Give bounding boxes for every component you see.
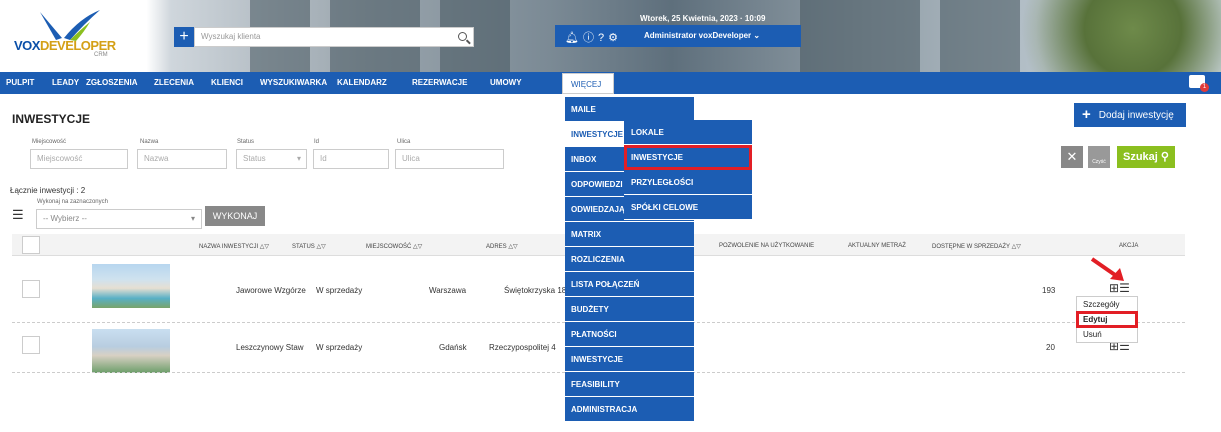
nav-klienci[interactable]: KLIENCI bbox=[211, 72, 243, 94]
col-action: AKCJA bbox=[1119, 243, 1139, 249]
menu-item-rozliczenia[interactable]: ROZLICZENIA bbox=[565, 247, 694, 272]
filter-label-city: Miejscowość bbox=[32, 139, 67, 145]
help-icon[interactable]: ? bbox=[598, 32, 608, 44]
client-search-input[interactable]: Wyszukaj klienta bbox=[194, 27, 474, 47]
notification-badge: 1 bbox=[1200, 83, 1209, 92]
row-name[interactable]: Jaworowe Wzgórze bbox=[236, 286, 306, 295]
col-city[interactable]: MIEJSCOWOŚĆ △▽ bbox=[366, 243, 422, 250]
col-status[interactable]: STATUS △▽ bbox=[292, 243, 326, 250]
menu-item-matrix[interactable]: MATRIX bbox=[565, 222, 694, 247]
investment-thumbnail bbox=[92, 329, 170, 373]
row-status: W sprzedaży bbox=[316, 286, 363, 295]
top-icons: 🔔︎ⓘ?⚙ bbox=[565, 29, 622, 45]
clear-button[interactable]: Czyść bbox=[1088, 146, 1110, 168]
logo-crm: CRM bbox=[94, 52, 108, 58]
menu-item-feasibility[interactable]: FEASIBILITY bbox=[565, 372, 694, 397]
nav-rezerwacje[interactable]: REZERWACJE bbox=[412, 72, 467, 94]
row-name[interactable]: Leszczynowy Staw bbox=[236, 343, 304, 352]
menu-item-lista-polaczen[interactable]: LISTA POŁĄCZEŃ bbox=[565, 272, 694, 297]
search-icon[interactable] bbox=[458, 32, 467, 41]
nav-zlecenia[interactable]: ZLECENIA bbox=[154, 72, 194, 94]
gear-icon[interactable]: ⚙ bbox=[608, 32, 622, 44]
chevron-down-icon: ▾ bbox=[296, 154, 301, 163]
row-city: Warszawa bbox=[429, 286, 467, 295]
total-count: Łącznie inwestycji : 2 bbox=[10, 186, 86, 195]
row-status: W sprzedaży bbox=[316, 343, 363, 352]
nav-umowy[interactable]: UMOWY bbox=[490, 72, 522, 94]
row-checkbox[interactable] bbox=[22, 336, 40, 354]
row-checkbox[interactable] bbox=[22, 280, 40, 298]
col-name[interactable]: NAZWA INWESTYCJI △▽ bbox=[199, 243, 269, 250]
nav-pulpit[interactable]: PULPIT bbox=[6, 72, 34, 94]
user-menu[interactable]: Administrator voxDeveloper ⌄ bbox=[644, 31, 760, 40]
col-area[interactable]: AKTUALNY METRAŻ bbox=[848, 243, 906, 249]
info-icon[interactable]: ⓘ bbox=[583, 32, 598, 44]
logo[interactable] bbox=[10, 8, 150, 66]
menu-item-budzety[interactable]: BUDŻETY bbox=[565, 297, 694, 322]
row-actions[interactable]: ⊞☰ bbox=[1109, 281, 1130, 295]
execute-button[interactable]: WYKONAJ bbox=[205, 206, 265, 226]
name-field[interactable]: Nazwa bbox=[137, 149, 227, 169]
row-available: 193 bbox=[1042, 286, 1056, 295]
details-menu-item[interactable]: Szczegóły bbox=[1077, 297, 1137, 312]
col-address[interactable]: ADRES △▽ bbox=[486, 243, 518, 250]
filter-label-id: Id bbox=[314, 139, 320, 145]
search-placeholder: Wyszukaj klienta bbox=[201, 32, 261, 41]
row-action-menu: Szczegóły Edytuj Usuń bbox=[1076, 296, 1138, 343]
logo-text: VOXDEVELOPER bbox=[14, 38, 116, 53]
select-all-checkbox[interactable] bbox=[22, 236, 40, 254]
menu-icon[interactable]: ☰ bbox=[1119, 281, 1130, 295]
bulk-action-select[interactable]: -- Wybierz -- ▾ bbox=[36, 209, 202, 229]
page-title: INWESTYCJE bbox=[12, 112, 91, 126]
bell-icon[interactable]: 🔔︎ bbox=[565, 32, 583, 44]
menu-item-administracja[interactable]: ADMINISTRACJA bbox=[565, 397, 694, 422]
list-icon[interactable]: ☰ bbox=[12, 207, 24, 223]
submenu-przyleglosci[interactable]: PRZYLEGŁOŚCI bbox=[624, 170, 752, 195]
nav-kalendarz[interactable]: KALENDARZ bbox=[337, 72, 387, 94]
edit-menu-item[interactable]: Edytuj bbox=[1076, 311, 1138, 328]
city-field[interactable]: Miejscowość bbox=[30, 149, 128, 169]
id-field[interactable]: Id bbox=[313, 149, 389, 169]
search-icon: ⚲ bbox=[1160, 151, 1169, 163]
plus-icon: + bbox=[1082, 106, 1091, 123]
menu-item-inwestycje-2[interactable]: INWESTYCJE bbox=[565, 347, 694, 372]
filter-label-street: Ulica bbox=[397, 139, 411, 145]
delete-menu-item[interactable]: Usuń bbox=[1077, 327, 1137, 342]
row-address: Świętokrzyska 18 bbox=[504, 286, 567, 295]
chevron-down-icon: ▾ bbox=[190, 214, 195, 223]
date-display: Wtorek, 25 Kwietnia, 2023 · 10:09 bbox=[640, 14, 766, 23]
col-permit[interactable]: POZWOLENIE NA UŻYTKOWANIE bbox=[719, 243, 814, 249]
close-icon[interactable]: ✕ bbox=[1061, 146, 1083, 168]
row-address: Rzeczypospolitej 4 bbox=[489, 343, 556, 352]
filter-label-status: Status bbox=[237, 139, 255, 145]
nav-zgloszenia[interactable]: ZGŁOSZENIA bbox=[86, 72, 138, 94]
row-available: 20 bbox=[1046, 343, 1055, 352]
submenu-inwestycje[interactable]: INWESTYCJE bbox=[624, 145, 752, 170]
quick-add-button[interactable]: + bbox=[174, 27, 194, 47]
status-select[interactable]: Status ▾ bbox=[236, 149, 307, 169]
submenu-lokale[interactable]: LOKALE bbox=[624, 120, 752, 145]
nav-wyszukiwarka[interactable]: WYSZUKIWARKA bbox=[260, 72, 327, 94]
col-available[interactable]: DOSTĘPNE W SPRZEDAŻY △▽ bbox=[932, 243, 1021, 250]
nav-leady[interactable]: LEADY bbox=[52, 72, 79, 94]
arrow-annotation-icon bbox=[1090, 257, 1124, 281]
street-field[interactable]: Ulica bbox=[395, 149, 504, 169]
investments-submenu: LOKALE INWESTYCJE PRZYLEGŁOŚCI SPÓŁKI CE… bbox=[624, 120, 752, 220]
filter-label-name: Nazwa bbox=[140, 139, 159, 145]
investment-thumbnail bbox=[92, 264, 170, 308]
grid-icon[interactable]: ⊞ bbox=[1109, 281, 1119, 295]
bulk-label: Wykonaj na zaznaczonych bbox=[37, 199, 108, 205]
add-investment-button[interactable]: + Dodaj inwestycję bbox=[1074, 103, 1186, 127]
search-button[interactable]: Szukaj ⚲ bbox=[1117, 146, 1175, 168]
menu-item-platnosci[interactable]: PŁATNOŚCI bbox=[565, 322, 694, 347]
nav-more[interactable]: WIĘCEJ bbox=[562, 73, 614, 94]
row-city: Gdańsk bbox=[439, 343, 467, 352]
submenu-spolki-celowe[interactable]: SPÓŁKI CELOWE bbox=[624, 195, 752, 220]
menu-item-maile[interactable]: MAILE bbox=[565, 97, 694, 122]
